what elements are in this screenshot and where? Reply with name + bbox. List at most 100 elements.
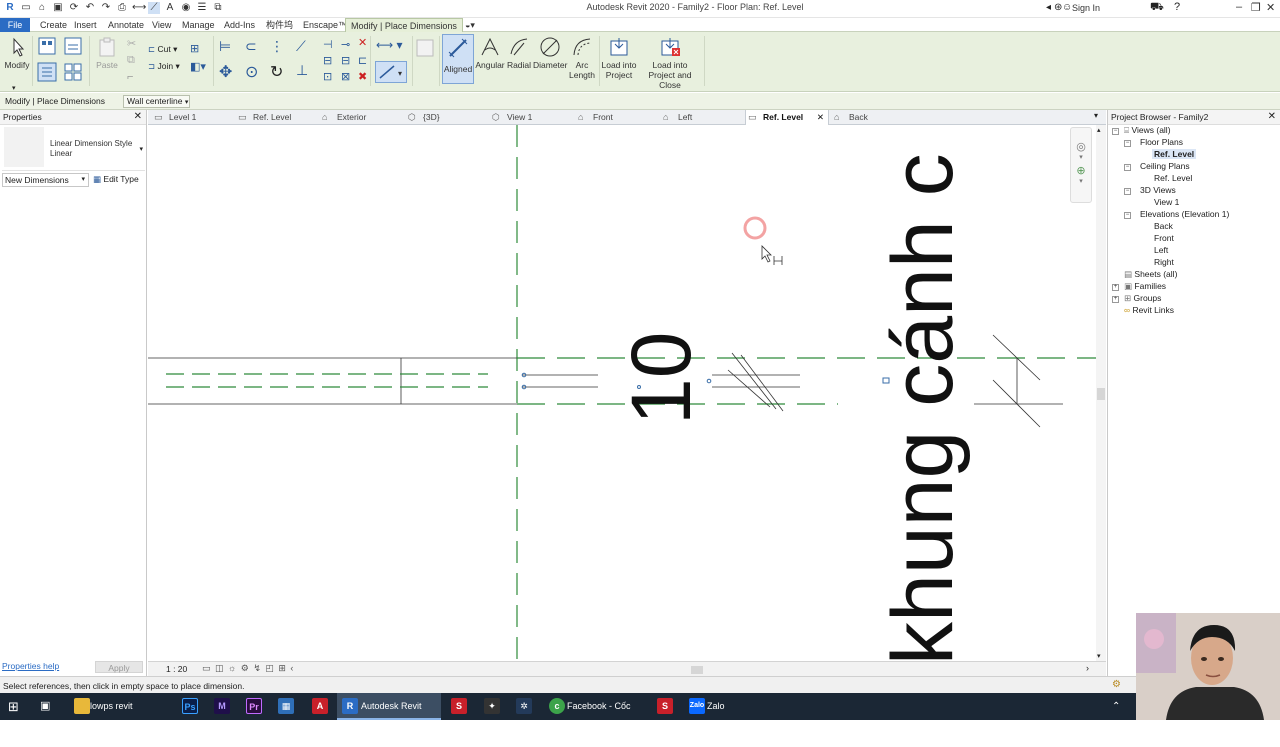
mirror-axis-icon[interactable]: ⋮ xyxy=(270,38,284,55)
copy-element-icon[interactable]: ⊙ xyxy=(245,62,258,82)
tab-view-exterior[interactable]: ⌂ Exterior xyxy=(320,110,366,125)
save-icon[interactable]: ▣ xyxy=(52,2,64,14)
diameter-button[interactable]: Diameter xyxy=(533,36,567,70)
copy-icon[interactable]: ⧉ xyxy=(127,54,135,67)
delete-icon[interactable]: ✕ xyxy=(358,36,367,49)
tab-file[interactable]: File xyxy=(0,18,30,32)
scroll-right-icon[interactable]: › xyxy=(1086,663,1089,673)
maximize-button[interactable]: ❐ xyxy=(1251,1,1261,14)
collapse-toggle[interactable]: − xyxy=(1124,164,1131,171)
redo-icon[interactable]: ↷ xyxy=(100,2,112,14)
taskbar-browser[interactable]: c Facebook - Cốc Cốc xyxy=(545,693,645,738)
tab-list-dropdown[interactable]: ▾ xyxy=(1094,111,1098,120)
cut-button[interactable]: ⊏ Cut ▾ xyxy=(148,44,177,55)
tab-view-3d[interactable]: ⬡ {3D} xyxy=(406,110,440,125)
steering-wheel-icon[interactable]: ◎ xyxy=(1071,140,1091,153)
user-icon[interactable]: ☺ xyxy=(1062,2,1072,13)
tab-annotate[interactable]: Annotate xyxy=(103,18,149,32)
print-icon[interactable]: ⎙ xyxy=(116,2,128,14)
scroll-up-icon[interactable]: ▴ xyxy=(1097,126,1101,134)
tree-floor-plan-ref-level[interactable]: Ref. Level xyxy=(1152,149,1197,159)
family-types-icon[interactable] xyxy=(63,36,83,56)
thin-lines-icon[interactable]: ☰ xyxy=(196,2,208,14)
placement-dropdown[interactable]: Wall centerline ▾ xyxy=(123,95,190,108)
text-icon[interactable]: A xyxy=(164,2,176,14)
tab-view-level-1[interactable]: ▭ Level 1 xyxy=(152,110,196,125)
tree-elevation-right[interactable]: Right xyxy=(1154,257,1174,267)
tree-ceiling-plans[interactable]: Ceiling Plans xyxy=(1140,161,1190,171)
network-app-icon[interactable]: ✲ xyxy=(516,698,532,714)
paste-button[interactable]: Paste xyxy=(94,36,120,70)
tab-view-left[interactable]: ⌂ Left xyxy=(661,110,692,125)
drawing-canvas[interactable]: 10 khung cánh c ◎ ▾ ⊕ ▾ xyxy=(148,125,1096,661)
tab-enscape[interactable]: Enscape™ xyxy=(298,18,352,32)
tree-families[interactable]: ▣ Families xyxy=(1124,281,1166,292)
tab-view-ref-level-1[interactable]: ▭ Ref. Level xyxy=(236,110,291,125)
collapse-toggle[interactable]: − xyxy=(1124,188,1131,195)
tab-view-1[interactable]: ⬡ View 1 xyxy=(490,110,532,125)
dimension-tool-button[interactable]: ▾ xyxy=(375,61,407,83)
tree-floor-plans[interactable]: Floor Plans xyxy=(1140,137,1183,147)
split-face-icon[interactable]: ◧▾ xyxy=(190,60,206,73)
scroll-thumb[interactable] xyxy=(1097,388,1105,400)
tab-view-back[interactable]: ⌂ Back xyxy=(832,110,868,125)
cart-icon[interactable]: ⛟ xyxy=(1150,1,1164,15)
tab-manage[interactable]: Manage xyxy=(177,18,220,32)
revit-logo-icon[interactable]: R xyxy=(4,2,16,14)
sketchup-icon[interactable]: S xyxy=(451,698,467,714)
media-encoder-icon[interactable]: M xyxy=(214,698,230,714)
tree-ceiling-ref-level[interactable]: Ref. Level xyxy=(1154,173,1192,183)
tab-add-ins[interactable]: Add-Ins xyxy=(219,18,260,32)
premiere-icon[interactable]: Pr xyxy=(246,698,262,714)
ribbon-options-icon[interactable]: ◒▾ xyxy=(460,18,480,32)
angular-button[interactable]: Angular xyxy=(475,36,505,70)
vertical-scrollbar[interactable]: ▴ ▾ xyxy=(1096,125,1106,661)
tab-view-ref-level-active[interactable]: ▭ Ref. Level ✕ xyxy=(745,110,829,125)
radial-button[interactable]: Radial xyxy=(505,36,533,70)
array-icon[interactable]: ⊟ xyxy=(323,54,332,67)
move-icon[interactable]: ✥ xyxy=(219,62,232,82)
scale-icon[interactable]: ⊡ xyxy=(323,70,332,83)
aligned-dimension-icon[interactable]: ⟋ xyxy=(148,2,160,14)
filter-icon[interactable]: ⚙ xyxy=(1112,679,1121,690)
measure-icon[interactable]: ⟷ xyxy=(132,2,146,14)
help-icon[interactable]: ? xyxy=(1174,1,1180,13)
match-type-icon[interactable]: ⌐ xyxy=(127,71,133,83)
tree-sheets[interactable]: ▤ Sheets (all) xyxy=(1124,269,1177,280)
trim-icon[interactable]: ⊥ xyxy=(296,62,308,79)
tree-groups[interactable]: ⊞ Groups xyxy=(1124,293,1161,304)
app-icon[interactable]: ✦ xyxy=(484,698,500,714)
select-dropdown-icon[interactable]: ▾ xyxy=(12,84,16,92)
search-icon[interactable]: ◂ xyxy=(1046,2,1051,13)
tree-elevation-left[interactable]: Left xyxy=(1154,245,1168,255)
delete-element-icon[interactable]: ✖ xyxy=(358,70,367,83)
tree-elevation-back[interactable]: Back xyxy=(1154,221,1173,231)
type-selector[interactable]: Linear Dimension Style Linear ▾ xyxy=(2,127,145,171)
horizontal-scroll-thumb[interactable] xyxy=(691,666,703,674)
scissors-icon[interactable]: ✂ xyxy=(127,37,136,50)
align-icon[interactable]: ⊨ xyxy=(219,38,231,55)
tab-view[interactable]: View xyxy=(147,18,176,32)
view-icon[interactable]: ◉ xyxy=(180,2,192,14)
collapse-toggle[interactable]: − xyxy=(1124,140,1131,147)
pin-icon[interactable]: ⊟ xyxy=(341,54,350,67)
properties-help-link[interactable]: Properties help xyxy=(2,661,59,671)
close-icon[interactable]: ✕ xyxy=(134,110,142,124)
photoshop-icon[interactable]: Ps xyxy=(182,698,198,714)
taskbar-zalo[interactable]: Zalo Zalo xyxy=(685,693,735,720)
view-scale[interactable]: 1 : 20 xyxy=(166,664,187,674)
taskbar-revit[interactable]: R Autodesk Revit 202... xyxy=(337,693,441,738)
chevron-down-icon[interactable]: ▾ xyxy=(1071,177,1091,185)
tree-revit-links[interactable]: ∞ Revit Links xyxy=(1124,305,1174,315)
sketchup-2-icon[interactable]: S xyxy=(657,698,673,714)
close-button[interactable]: ✕ xyxy=(1266,1,1275,14)
expand-toggle[interactable]: + xyxy=(1112,296,1119,303)
tree-elevations[interactable]: Elevations (Elevation 1) xyxy=(1140,209,1229,219)
acrobat-icon[interactable]: A xyxy=(312,698,328,714)
rotate-icon[interactable]: ↻ xyxy=(270,62,283,82)
join-button[interactable]: ⊐ Join ▾ xyxy=(148,61,180,72)
undo-icon[interactable]: ↶ xyxy=(84,2,96,14)
collapse-toggle[interactable]: − xyxy=(1124,212,1131,219)
apply-button[interactable]: Apply xyxy=(95,661,143,673)
trim-extend-icon[interactable]: ⊠ xyxy=(341,70,350,83)
